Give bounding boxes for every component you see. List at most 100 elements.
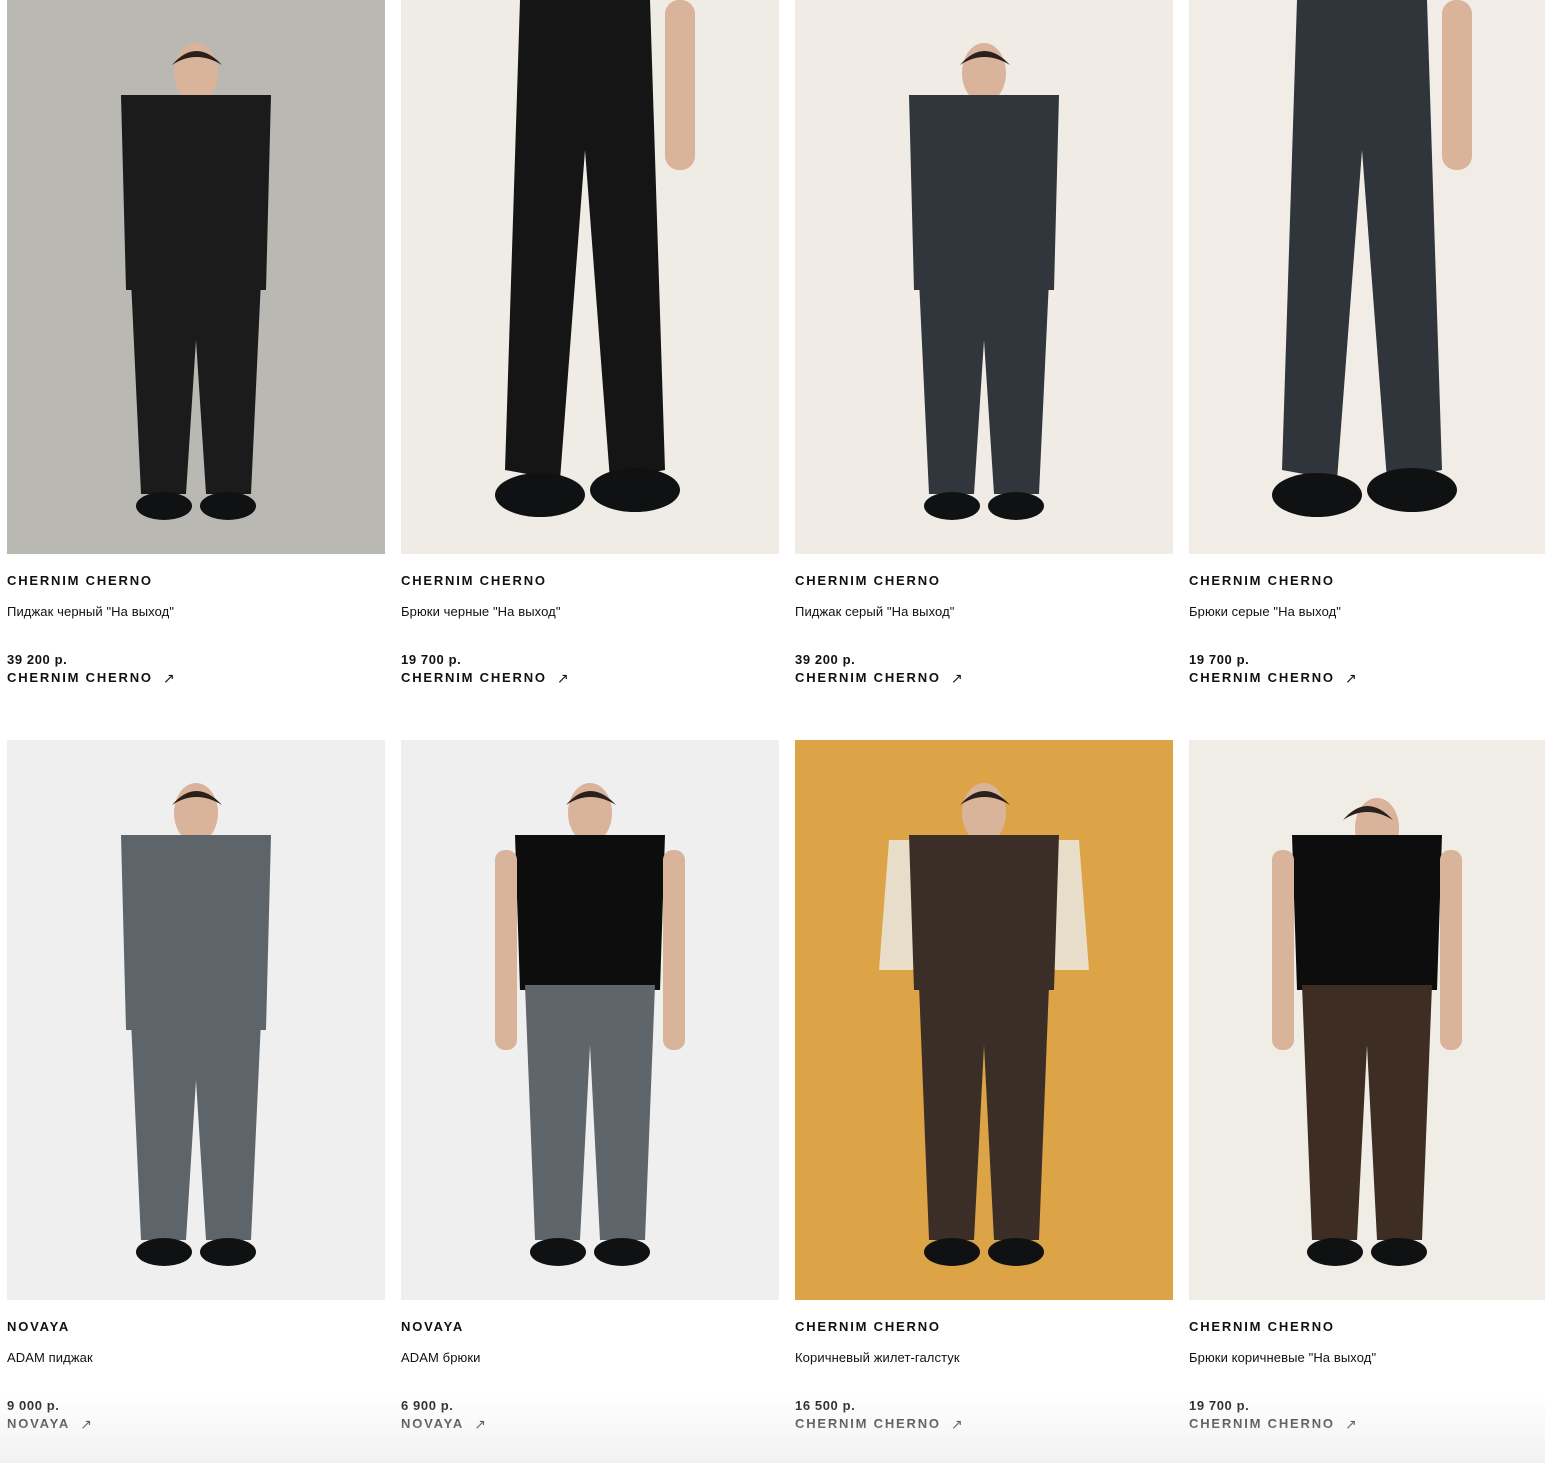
right-shoe-icon	[1371, 1238, 1427, 1266]
product-photo[interactable]	[7, 0, 385, 554]
right-shoe-icon	[200, 492, 256, 520]
product-brand[interactable]: CHERNIM CHERNO	[401, 574, 779, 588]
product-image	[7, 0, 385, 554]
product-photo[interactable]	[401, 740, 779, 1300]
shop-link[interactable]: NOVAYA ↗	[401, 1416, 486, 1432]
product-card[interactable]: NOVAYA ADAM пиджак 9 000 р. NOVAYA ↗	[7, 740, 385, 1463]
arrow-up-right-icon: ↗	[950, 1416, 963, 1432]
arm	[495, 850, 517, 1050]
product-grid: CHERNIM CHERNO Пиджак черный "На выход" …	[7, 0, 1545, 1463]
arrow-up-right-icon: ↗	[80, 1416, 92, 1432]
arrow-up-right-icon: ↗	[950, 670, 963, 686]
product-card[interactable]: CHERNIM CHERNO Брюки серые "На выход" 19…	[1189, 0, 1545, 740]
product-card[interactable]: NOVAYA ADAM брюки 6 900 р. NOVAYA ↗	[401, 740, 779, 1463]
shop-link-label: CHERNIM CHERNO	[795, 670, 941, 685]
torso	[909, 835, 1059, 990]
shop-link[interactable]: CHERNIM CHERNO ↗	[1189, 1416, 1357, 1432]
product-image	[401, 740, 779, 1300]
product-image	[795, 740, 1173, 1300]
product-brand[interactable]: NOVAYA	[401, 1320, 779, 1334]
shop-link[interactable]: CHERNIM CHERNO ↗	[795, 1416, 963, 1432]
product-brand[interactable]: CHERNIM CHERNO	[1189, 1320, 1545, 1334]
shop-link[interactable]: CHERNIM CHERNO ↗	[795, 670, 963, 686]
product-card[interactable]: CHERNIM CHERNO Брюки черные "На выход" 1…	[401, 0, 779, 740]
product-card[interactable]: CHERNIM CHERNO Коричневый жилет-галстук …	[795, 740, 1173, 1463]
torso	[121, 95, 271, 290]
product-image	[795, 0, 1173, 554]
product-price: 16 500 р.	[795, 1398, 856, 1413]
shop-link[interactable]: CHERNIM CHERNO ↗	[1189, 670, 1357, 686]
product-image	[7, 740, 385, 1300]
product-title[interactable]: Брюки черные "На выход"	[401, 605, 779, 619]
product-price: 19 700 р.	[1189, 1398, 1250, 1413]
arm	[663, 850, 685, 1050]
torso	[515, 835, 665, 990]
left-shoe-icon	[1272, 473, 1362, 517]
product-title[interactable]: ADAM пиджак	[7, 1351, 385, 1365]
product-title[interactable]: Брюки коричневые "На выход"	[1189, 1351, 1545, 1365]
right-shoe-icon	[988, 492, 1044, 520]
product-photo[interactable]	[1189, 740, 1545, 1300]
product-price: 19 700 р.	[401, 652, 462, 667]
arm	[665, 0, 695, 170]
product-card[interactable]: CHERNIM CHERNO Брюки коричневые "На выхо…	[1189, 740, 1545, 1463]
shop-link-label: NOVAYA	[7, 1416, 71, 1431]
left-shoe-icon	[136, 1238, 192, 1266]
product-brand[interactable]: CHERNIM CHERNO	[1189, 574, 1545, 588]
product-image	[1189, 0, 1545, 554]
left-shoe-icon	[495, 473, 585, 517]
shop-link-label: CHERNIM CHERNO	[401, 670, 547, 685]
left-shoe-icon	[1307, 1238, 1363, 1266]
product-card[interactable]: CHERNIM CHERNO Пиджак черный "На выход" …	[7, 0, 385, 740]
left-shoe-icon	[136, 492, 192, 520]
product-price: 39 200 р.	[7, 652, 68, 667]
product-photo[interactable]	[795, 740, 1173, 1300]
product-title[interactable]: Брюки серые "На выход"	[1189, 605, 1545, 619]
product-photo[interactable]	[401, 0, 779, 554]
product-title[interactable]: Пиджак серый "На выход"	[795, 605, 1173, 619]
torso	[1292, 835, 1442, 990]
right-shoe-icon	[200, 1238, 256, 1266]
arrow-up-right-icon: ↗	[474, 1416, 486, 1432]
product-image	[1189, 740, 1545, 1300]
product-title[interactable]: ADAM брюки	[401, 1351, 779, 1365]
shop-link-label: CHERNIM CHERNO	[1189, 670, 1335, 685]
product-price: 19 700 р.	[1189, 652, 1250, 667]
product-brand[interactable]: NOVAYA	[7, 1320, 385, 1334]
product-brand[interactable]: CHERNIM CHERNO	[7, 574, 385, 588]
arm	[1272, 850, 1294, 1050]
left-shoe-icon	[924, 1238, 980, 1266]
shop-link[interactable]: NOVAYA ↗	[7, 1416, 92, 1432]
arm	[1440, 850, 1462, 1050]
product-title[interactable]: Пиджак черный "На выход"	[7, 605, 385, 619]
product-photo[interactable]	[7, 740, 385, 1300]
product-title[interactable]: Коричневый жилет-галстук	[795, 1351, 1173, 1365]
right-shoe-icon	[988, 1238, 1044, 1266]
shop-link-label: CHERNIM CHERNO	[1189, 1416, 1335, 1431]
shop-link-label: NOVAYA	[401, 1416, 465, 1431]
torso	[121, 835, 271, 1030]
left-shoe-icon	[924, 492, 980, 520]
left-shoe-icon	[530, 1238, 586, 1266]
product-price: 9 000 р.	[7, 1398, 60, 1413]
shop-link-label: CHERNIM CHERNO	[7, 670, 153, 685]
product-price: 39 200 р.	[795, 652, 856, 667]
product-price: 6 900 р.	[401, 1398, 454, 1413]
product-brand[interactable]: CHERNIM CHERNO	[795, 1320, 1173, 1334]
shop-link[interactable]: CHERNIM CHERNO ↗	[401, 670, 569, 686]
right-shoe-icon	[1367, 468, 1457, 512]
arrow-up-right-icon: ↗	[1344, 670, 1357, 686]
right-shoe-icon	[590, 468, 680, 512]
arm	[1442, 0, 1472, 170]
product-photo[interactable]	[795, 0, 1173, 554]
product-photo[interactable]	[1189, 0, 1545, 554]
product-brand[interactable]: CHERNIM CHERNO	[795, 574, 1173, 588]
arrow-up-right-icon: ↗	[1344, 1416, 1357, 1432]
torso	[909, 95, 1059, 290]
arrow-up-right-icon: ↗	[556, 670, 569, 686]
product-image	[401, 0, 779, 554]
right-shoe-icon	[594, 1238, 650, 1266]
product-card[interactable]: CHERNIM CHERNO Пиджак серый "На выход" 3…	[795, 0, 1173, 740]
shop-link[interactable]: CHERNIM CHERNO ↗	[7, 670, 175, 686]
arrow-up-right-icon: ↗	[162, 670, 175, 686]
